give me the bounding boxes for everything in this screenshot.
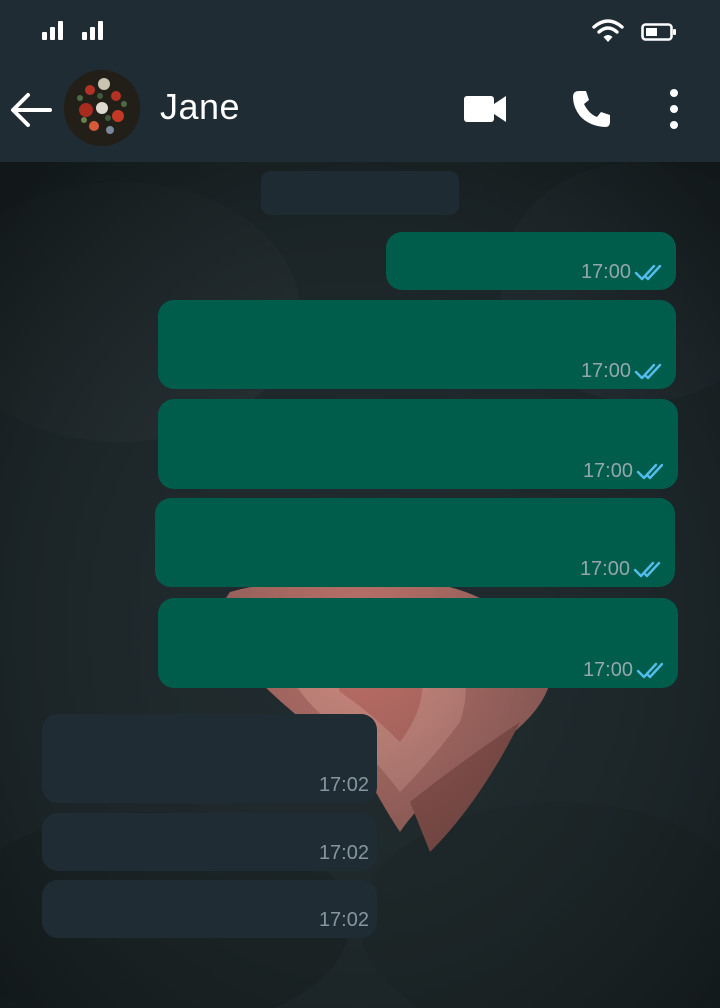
contact-name[interactable]: Jane [160,86,240,128]
message-time: 17:02 [318,842,369,864]
message-time: 17:00 [580,360,631,382]
double-check-icon [634,264,662,280]
message-time: 17:00 [579,558,630,580]
video-camera-icon[interactable] [460,90,510,128]
phone-icon[interactable] [570,88,612,130]
avatar[interactable] [64,70,140,146]
message-meta: 17:00 [583,460,670,483]
message-time: 17:00 [580,261,631,283]
message-time: 17:02 [318,774,369,796]
more-vertical-icon[interactable] [660,84,688,134]
message-bubble-outgoing[interactable]: 17:00 [158,399,678,489]
message-time: 17:00 [582,460,633,482]
message-bubble-outgoing[interactable]: 17:00 [386,232,676,290]
message-bubble-outgoing[interactable]: 17:00 [158,598,678,688]
message-time: 17:00 [582,659,633,681]
message-meta: 17:00 [583,659,670,682]
date-chip [261,171,459,215]
message-bubble-incoming[interactable]: 17:02 [42,880,377,938]
message-meta: 17:02 [319,842,369,865]
wifi-icon [592,19,624,42]
message-meta: 17:00 [581,360,668,383]
message-meta: 17:02 [319,774,369,797]
chat-area[interactable]: 17:00 17:00 17:00 17:00 17:00 17:02 17:0… [0,162,720,1008]
double-check-icon [636,662,664,678]
status-bar [0,0,720,62]
message-meta: 17:00 [580,558,667,581]
double-check-icon [633,561,661,577]
message-bubble-incoming[interactable]: 17:02 [42,714,377,803]
message-bubble-incoming[interactable]: 17:02 [42,813,377,871]
double-check-icon [634,363,662,379]
message-meta: 17:02 [319,909,369,932]
battery-icon [641,23,676,41]
signal-icon [42,20,63,40]
message-bubble-outgoing[interactable]: 17:00 [155,498,675,587]
arrow-left-icon[interactable] [8,90,54,130]
message-bubble-outgoing[interactable]: 17:00 [158,300,676,389]
message-meta: 17:00 [581,261,668,284]
chat-header: Jane [0,62,720,162]
signal-icon [82,20,103,40]
message-time: 17:02 [318,909,369,931]
double-check-icon [636,463,664,479]
